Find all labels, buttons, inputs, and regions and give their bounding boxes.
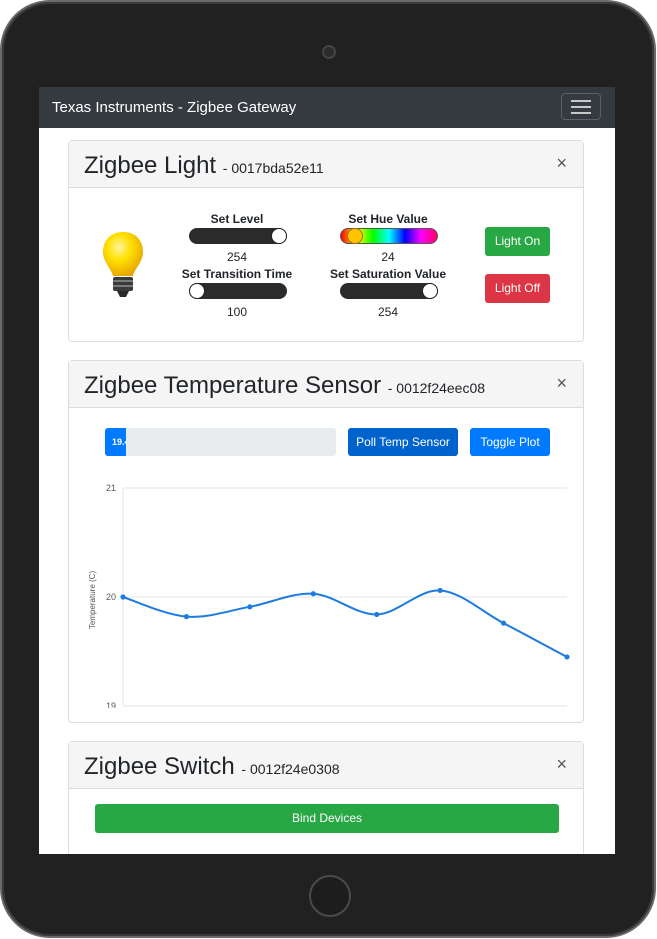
set-hue-slider-knob[interactable]	[347, 228, 363, 244]
temperature-chart: 21 20 19 Temperature (C)	[88, 483, 570, 708]
data-point	[374, 611, 380, 618]
temperature-progress-bar: 19.45 C	[105, 428, 336, 456]
data-point	[247, 604, 253, 610]
y-tick-label: 20	[106, 592, 116, 602]
data-point	[564, 654, 570, 660]
card-title: Zigbee Light - 0017bda52e11	[84, 152, 324, 180]
hamburger-icon	[571, 100, 591, 102]
temperature-series-line	[122, 589, 568, 658]
card-header: Zigbee Switch - 0012f24e0308 ×	[69, 742, 583, 789]
temperature-progress-fill: 19.45 C	[105, 428, 126, 456]
set-transition-label: Set Transition Time	[181, 267, 293, 281]
set-transition-value: 100	[226, 305, 248, 319]
y-axis-label: Temperature (C)	[88, 571, 97, 630]
light-off-button[interactable]: Light Off	[485, 274, 550, 303]
camera-icon	[324, 47, 334, 57]
data-point	[500, 620, 507, 626]
y-tick-label: 19	[106, 701, 116, 708]
navbar: Texas Instruments - Zigbee Gateway	[39, 87, 615, 128]
zigbee-light-card: Zigbee Light - 0017bda52e11 × Set Level …	[68, 140, 584, 342]
card-title: Zigbee Switch - 0012f24e0308	[84, 753, 340, 781]
card-body: 19.45 C Poll Temp Sensor Toggle Plot 212…	[69, 408, 583, 723]
card-title-text: Zigbee Switch	[84, 753, 235, 780]
set-level-slider-knob[interactable]	[271, 228, 287, 244]
data-point	[183, 614, 190, 620]
poll-temp-sensor-button[interactable]: Poll Temp Sensor	[348, 428, 458, 456]
set-saturation-slider-knob[interactable]	[422, 283, 438, 299]
device-id: - 0012f24eec08	[387, 380, 486, 396]
card-header: Zigbee Temperature Sensor - 0012f24eec08…	[69, 361, 583, 408]
set-saturation-value: 254	[377, 305, 399, 319]
card-body: Bind Devices	[69, 789, 583, 854]
card-title-text: Zigbee Temperature Sensor	[84, 372, 382, 399]
close-icon[interactable]: ×	[556, 754, 567, 775]
light-bulb-icon	[103, 232, 143, 297]
close-icon[interactable]: ×	[556, 153, 567, 174]
home-button[interactable]	[309, 875, 351, 917]
close-icon[interactable]: ×	[556, 373, 567, 394]
set-hue-value: 24	[381, 250, 395, 264]
set-level-label: Set Level	[210, 212, 264, 226]
data-point	[120, 594, 126, 600]
set-transition-slider-knob[interactable]	[189, 283, 205, 299]
zigbee-switch-card: Zigbee Switch - 0012f24e0308 × Bind Devi…	[68, 741, 584, 854]
set-level-value: 254	[226, 250, 248, 264]
screen: Texas Instruments - Zigbee Gateway Zigbe…	[39, 87, 615, 854]
data-point	[310, 591, 316, 597]
navbar-toggler-button[interactable]	[561, 93, 601, 120]
card-title: Zigbee Temperature Sensor - 0012f24eec08	[84, 372, 485, 400]
set-hue-label: Set Hue Value	[348, 212, 428, 226]
set-saturation-label: Set Saturation Value	[329, 267, 447, 281]
toggle-plot-button[interactable]: Toggle Plot	[470, 428, 550, 456]
card-title-text: Zigbee Light	[84, 152, 217, 179]
light-on-button[interactable]: Light On	[485, 227, 550, 256]
zigbee-temperature-sensor-card: Zigbee Temperature Sensor - 0012f24eec08…	[68, 360, 584, 723]
y-tick-label: 21	[106, 483, 116, 493]
device-id: - 0017bda52e11	[222, 160, 324, 176]
card-header: Zigbee Light - 0017bda52e11 ×	[69, 141, 583, 188]
data-point	[437, 587, 443, 594]
device-id: - 0012f24e0308	[241, 761, 340, 777]
navbar-brand[interactable]: Texas Instruments - Zigbee Gateway	[52, 99, 296, 116]
bind-devices-button[interactable]: Bind Devices	[95, 804, 559, 833]
card-body: Set Level 254 Set Transition Time 100 Se…	[69, 188, 583, 342]
